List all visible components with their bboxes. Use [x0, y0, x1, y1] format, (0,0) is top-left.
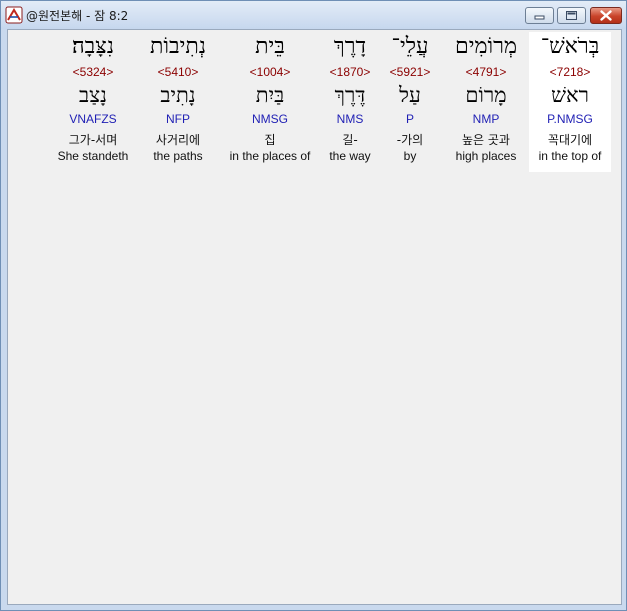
- english-gloss: the way: [329, 149, 371, 163]
- english-gloss: in the places of: [229, 149, 311, 163]
- hebrew-lemma: נָתִיב: [160, 83, 196, 107]
- hebrew-lemma: בַּיִת: [255, 83, 285, 107]
- strong-number[interactable]: <5324>: [50, 65, 136, 79]
- strong-number[interactable]: <1004>: [222, 65, 318, 79]
- english-gloss: high places: [455, 149, 517, 163]
- hebrew-lemma: עַל: [399, 83, 421, 107]
- english-gloss: She standeth: [57, 149, 129, 163]
- morphology-code[interactable]: P: [382, 112, 438, 126]
- hebrew-lemma: דֶּרֶךְ: [334, 83, 366, 107]
- app-logo-icon: [5, 6, 23, 24]
- hebrew-word: מְרוֹמִים: [454, 34, 517, 59]
- close-icon: [600, 10, 612, 21]
- word-column[interactable]: עֲלֵי־ <5921> עַל P -가의 by: [382, 32, 438, 172]
- morphology-code[interactable]: NMSG: [222, 112, 318, 126]
- hebrew-lemma: נָצַב: [79, 83, 107, 107]
- hebrew-word: נִצָּבָה׃: [72, 34, 114, 59]
- hebrew-lemma: ראשׁ: [551, 83, 589, 107]
- morphology-code[interactable]: VNAFZS: [50, 112, 136, 126]
- strong-number[interactable]: <7218>: [529, 65, 611, 79]
- minimize-icon: [534, 15, 545, 20]
- maximize-button[interactable]: [557, 7, 586, 24]
- korean-gloss: 높은 곳과: [462, 133, 510, 147]
- english-gloss: in the top of: [538, 149, 602, 163]
- word-column[interactable]: בְּרֹאשׁ־ <7218> ראשׁ P.NMSG 꼭대기에 in the…: [529, 32, 611, 172]
- hebrew-lemma: מָרוֹם: [465, 83, 507, 107]
- word-column[interactable]: דָרֶךְ <1870> דֶּרֶךְ NMS 길- the way: [321, 32, 379, 172]
- interlinear-view: בְּרֹאשׁ־ <7218> ראשׁ P.NMSG 꼭대기에 in the…: [7, 29, 622, 605]
- word-column[interactable]: בֵּית <1004> בַּיִת NMSG 집 in the places…: [222, 32, 318, 172]
- close-button[interactable]: [590, 7, 622, 24]
- window-title: @원전본해 - 잠 8:2: [26, 9, 129, 23]
- word-column[interactable]: נִצָּבָה׃ <5324> נָצַב VNAFZS 그가-서며 She …: [50, 32, 136, 172]
- morphology-code[interactable]: NMS: [321, 112, 379, 126]
- morphology-code[interactable]: P.NMSG: [529, 112, 611, 126]
- english-gloss: the paths: [153, 149, 203, 163]
- morphology-code[interactable]: NMP: [446, 112, 526, 126]
- strong-number[interactable]: <1870>: [321, 65, 379, 79]
- hebrew-word: נְתִיבוֹת: [150, 34, 206, 59]
- korean-gloss: -가의: [396, 133, 424, 147]
- hebrew-word: עֲלֵי־: [391, 34, 429, 59]
- hebrew-word: בֵּית: [255, 34, 285, 59]
- korean-gloss: 집: [264, 133, 276, 147]
- app-window: @원전본해 - 잠 8:2 בְּרֹאשׁ־ <7218> ראשׁ P.NM…: [0, 0, 627, 611]
- word-column[interactable]: מְרוֹמִים <4791> מָרוֹם NMP 높은 곳과 high p…: [446, 32, 526, 172]
- strong-number[interactable]: <5921>: [382, 65, 438, 79]
- strong-number[interactable]: <4791>: [446, 65, 526, 79]
- korean-gloss: 꼭대기에: [547, 133, 593, 147]
- title-bar[interactable]: @원전본해 - 잠 8:2: [1, 1, 626, 29]
- korean-gloss: 그가-서며: [68, 133, 118, 147]
- word-column[interactable]: נְתִיבוֹת <5410> נָתִיב NFP 사거리에 the pat…: [140, 32, 216, 172]
- korean-gloss: 사거리에: [155, 133, 201, 147]
- maximize-icon: [566, 11, 577, 20]
- hebrew-word: בְּרֹאשׁ־: [540, 34, 600, 59]
- korean-gloss: 길-: [342, 133, 358, 147]
- minimize-button[interactable]: [525, 7, 554, 24]
- strong-number[interactable]: <5410>: [140, 65, 216, 79]
- morphology-code[interactable]: NFP: [140, 112, 216, 126]
- hebrew-word: דָרֶךְ: [333, 34, 367, 59]
- english-gloss: by: [403, 149, 417, 163]
